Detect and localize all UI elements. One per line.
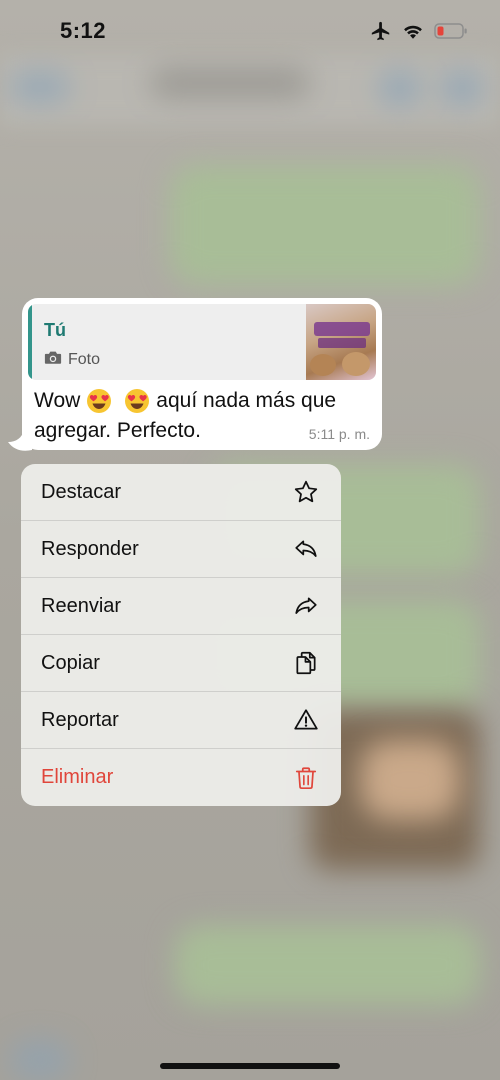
camera-icon [44,350,62,370]
blurred-call-icon [440,70,484,106]
menu-item-delete[interactable]: Eliminar [21,749,341,806]
blurred-chat-title [150,68,310,98]
message-context-menu: Destacar Responder Reenviar Copiar Repor… [21,464,341,806]
warning-icon [293,707,319,733]
message-text-part: aquí nada más que [156,389,337,412]
forward-icon [293,593,319,619]
quote-accent-bar [28,304,32,380]
quote-photo-thumbnail [306,304,376,380]
message-line-1: Wow aquí nada más que [34,386,364,416]
airplane-icon [370,20,392,42]
quote-author: Tú [44,320,66,340]
message-bubble[interactable]: Tú Foto Wow aquí nada más que agregar. P… [22,298,382,450]
copy-icon [293,650,319,676]
heart-eyes-emoji [87,389,112,413]
quote-kind: Foto [44,350,100,370]
status-time: 5:12 [60,18,107,43]
menu-item-star[interactable]: Destacar [21,464,341,521]
menu-item-label: Responder [41,537,139,560]
blurred-photo-detail [360,740,460,820]
thumbnail-banner-secondary [318,338,366,348]
menu-item-report[interactable]: Reportar [21,692,341,749]
status-bar: 5:12 [0,0,500,60]
message-text-part: Wow [34,389,81,412]
menu-item-reply[interactable]: Responder [21,521,341,578]
thumbnail-cookie [310,354,336,376]
battery-low-icon [434,22,468,40]
blurred-video-call-icon [378,70,422,106]
status-icons [370,20,468,42]
trash-icon [293,765,319,791]
menu-item-forward[interactable]: Reenviar [21,578,341,635]
reply-icon [293,536,319,562]
blurred-message-bubble [175,925,480,1005]
message-timestamp: 5:11 p. m. [308,426,370,442]
menu-item-label: Eliminar [41,766,114,788]
quote-kind-label: Foto [68,351,101,368]
quoted-message[interactable]: Tú Foto [28,304,376,380]
menu-item-copy[interactable]: Copiar [21,635,341,692]
menu-item-label: Reenviar [41,594,122,617]
blurred-back-button [10,72,70,102]
star-icon [293,479,319,505]
thumbnail-banner [314,322,370,336]
thumbnail-cookie [342,352,370,376]
heart-eyes-emoji [125,389,150,413]
menu-item-label: Reportar [41,708,119,731]
blurred-message-bubble [170,165,480,285]
home-indicator[interactable] [160,1063,340,1069]
message-text-part: agregar. Perfecto. [34,419,201,442]
menu-item-label: Copiar [41,651,100,674]
menu-item-label: Destacar [41,480,122,503]
blurred-input-icon [10,1040,70,1080]
wifi-icon [402,22,424,40]
